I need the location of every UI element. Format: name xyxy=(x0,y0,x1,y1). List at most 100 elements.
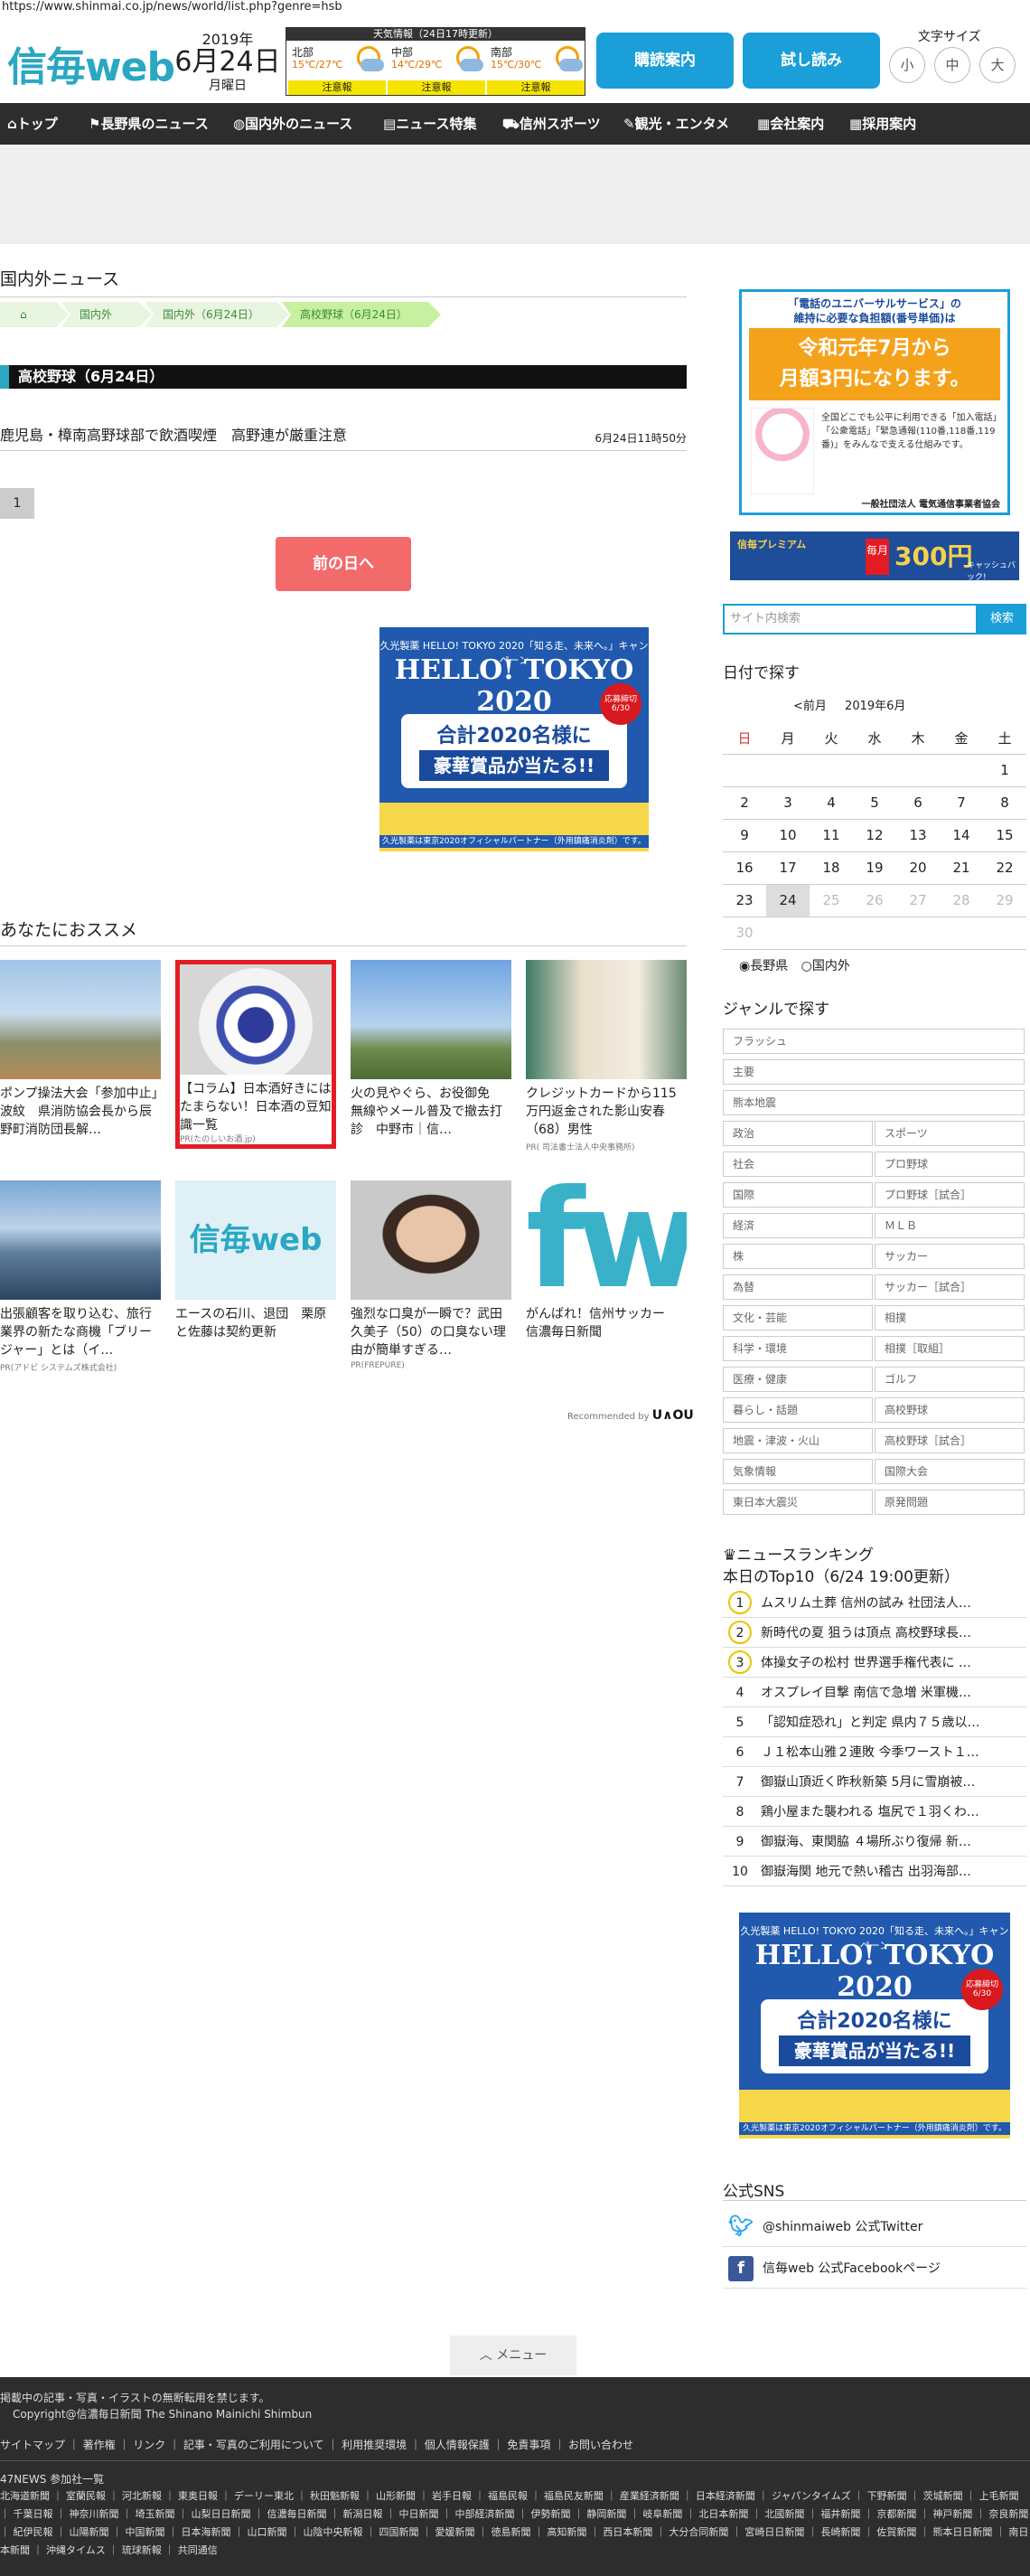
calendar-day[interactable]: 14 xyxy=(940,819,983,852)
genre-link[interactable]: 相撲［取組］ xyxy=(875,1336,1025,1361)
ranking-item[interactable]: 2 新時代の夏 狙うは頂点 高校野球長… xyxy=(723,1619,1026,1648)
breadcrumb-item[interactable]: 国内外 xyxy=(61,302,152,327)
recommend-card[interactable]: ポンプ操法大会「参加中止」波紋 県消防協会長から辰野町消防団長解… xyxy=(0,960,161,1141)
calendar-day[interactable]: 3 xyxy=(766,786,810,820)
calendar-day[interactable]: 17 xyxy=(766,851,810,885)
font-size-medium-button[interactable]: 中 xyxy=(934,47,970,83)
genre-link[interactable]: 原発問題 xyxy=(875,1490,1025,1515)
genre-link[interactable]: 政治 xyxy=(723,1121,873,1146)
nav-company[interactable]: ▦会社案内 xyxy=(757,103,824,145)
radio-nagano[interactable]: ◉長野県 xyxy=(739,959,788,973)
calendar-day[interactable]: 12 xyxy=(853,819,896,852)
nav-sports[interactable]: ⛟信州スポーツ xyxy=(502,103,601,145)
recommend-card[interactable]: クレジットカードから115万円返金された影山安春（68）男性 PR( 司法書士法… xyxy=(526,960,687,1152)
calendar-day-today[interactable]: 24 xyxy=(766,884,810,917)
genre-link[interactable]: フラッシュ xyxy=(723,1029,1025,1054)
nav-recruit[interactable]: ▦採用案内 xyxy=(849,103,916,145)
genre-link[interactable]: プロ野球 xyxy=(875,1152,1025,1177)
genre-link[interactable]: 東日本大震災 xyxy=(723,1490,873,1515)
prev-day-button[interactable]: 前の日へ xyxy=(276,537,411,591)
calendar-day[interactable]: 16 xyxy=(723,851,766,885)
genre-link[interactable]: スポーツ xyxy=(875,1121,1025,1146)
calendar-day[interactable]: 7 xyxy=(940,786,983,820)
nav-world[interactable]: ◍国内外のニュース xyxy=(233,103,352,145)
calendar-day[interactable]: 9 xyxy=(723,819,766,852)
recommend-card[interactable]: 火の見やぐら、お役御免 無線やメール普及で撤去打診 中野市｜信… xyxy=(351,960,511,1141)
site-logo[interactable]: 信毎web xyxy=(7,34,175,92)
calendar-day[interactable]: 20 xyxy=(896,851,940,885)
radio-world[interactable]: ○国内外 xyxy=(801,959,850,973)
calendar-day[interactable]: 1 xyxy=(983,754,1026,787)
genre-link[interactable]: 経済 xyxy=(723,1213,873,1238)
calendar-prev-link[interactable]: <前月 xyxy=(793,700,827,713)
genre-link[interactable]: ＭＬＢ xyxy=(875,1213,1025,1238)
calendar-day[interactable]: 21 xyxy=(940,851,983,885)
weather-panel[interactable]: 天気情報（24日17時更新） 北部 15℃/27℃ 注意報 中部 14℃/29℃… xyxy=(286,27,585,96)
genre-link[interactable]: 医療・健康 xyxy=(723,1367,873,1392)
ranking-item[interactable]: 1 ムスリム土葬 信州の試み 社団法人… xyxy=(723,1589,1026,1618)
search-button[interactable]: 検索 xyxy=(978,604,1026,635)
ranking-item[interactable]: 5 「認知症恐れ」と判定 県内７５歳以… xyxy=(723,1708,1026,1737)
calendar-day[interactable]: 10 xyxy=(766,819,810,852)
calendar-day[interactable]: 6 xyxy=(896,786,940,820)
calendar-day[interactable]: 4 xyxy=(810,786,853,820)
calendar-day[interactable]: 15 xyxy=(983,819,1026,852)
calendar-day[interactable]: 19 xyxy=(853,851,896,885)
trial-button[interactable]: 試し読み xyxy=(743,33,880,89)
ranking-item[interactable]: 9 御嶽海、東関脇 ４場所ぶり復帰 新… xyxy=(723,1828,1026,1857)
tokyo2020-side-ad[interactable]: 久光製薬 HELLO! TOKYO 2020「知る走、未来へ。」キャンペーン H… xyxy=(739,1913,1010,2139)
genre-link[interactable]: 熊本地震 xyxy=(723,1090,1025,1115)
genre-link[interactable]: 地震・津波・火山 xyxy=(723,1428,873,1453)
recommend-card[interactable]: 出張顧客を取り込む、旅行業界の新たな商機「ブリージャー」とは（イ… PR(アドビ… xyxy=(0,1180,161,1373)
genre-link[interactable]: ゴルフ xyxy=(875,1367,1025,1392)
genre-link[interactable]: 文化・芸能 xyxy=(723,1305,873,1330)
breadcrumb-home[interactable]: ⌂ xyxy=(0,302,69,327)
font-size-small-button[interactable]: 小 xyxy=(889,47,925,83)
ranking-item[interactable]: 8 鶏小屋また襲われる 塩尻で１羽くわ… xyxy=(723,1798,1026,1827)
nav-nagano[interactable]: ⚑長野県のニュース xyxy=(89,103,209,145)
nav-features[interactable]: ▤ニュース特集 xyxy=(383,103,476,145)
calendar-day[interactable]: 5 xyxy=(853,786,896,820)
font-size-large-button[interactable]: 大 xyxy=(979,47,1016,83)
genre-link[interactable]: プロ野球［試合］ xyxy=(875,1182,1025,1208)
genre-link[interactable]: 為替 xyxy=(723,1274,873,1300)
site-search-input[interactable]: サイト内検索 xyxy=(723,604,978,635)
genre-link[interactable]: 国際大会 xyxy=(875,1459,1025,1484)
recommend-card[interactable]: 信毎web エースの石川、退団 栗原と佐藤は契約更新 xyxy=(175,1180,336,1361)
ranking-item[interactable]: 3 体操女子の松村 世界選手権代表に … xyxy=(723,1649,1026,1678)
genre-link[interactable]: 高校野球［試合］ xyxy=(875,1428,1025,1453)
genre-link[interactable]: 暮らし・話題 xyxy=(723,1397,873,1423)
genre-link[interactable]: 気象情報 xyxy=(723,1459,873,1484)
calendar-day[interactable]: 23 xyxy=(723,884,766,917)
recommend-card[interactable]: 強烈な口臭が一瞬で？武田久美子（50）の口臭ない理由が簡単すぎる… PR(FRE… xyxy=(351,1180,511,1370)
menu-toggle[interactable]: ︿ メニュー xyxy=(450,2336,576,2375)
breadcrumb-item[interactable]: 国内外（6月24日） xyxy=(145,302,289,327)
genre-link[interactable]: サッカー xyxy=(875,1244,1025,1269)
recommend-card[interactable]: fw がんばれ！信州サッカー 信濃毎日新聞 xyxy=(526,1180,687,1361)
footer-links[interactable]: サイトマップ ｜ 著作権 ｜ リンク ｜ 記事・写真のご利用について ｜ 利用推… xyxy=(0,2437,1030,2452)
ranking-item[interactable]: 6 Ｊ１松本山雅２連敗 今季ワースト１… xyxy=(723,1738,1026,1767)
recommend-card[interactable]: 【コラム】日本酒好きにはたまらない！日本酒の豆知識一覧 PR(たのしいお酒.jp… xyxy=(175,960,336,1149)
calendar-day[interactable]: 11 xyxy=(810,819,853,852)
tokyo2020-ad[interactable]: 久光製薬 HELLO! TOKYO 2020「知る走、未来へ。」キャンペーン H… xyxy=(379,627,649,851)
article-link[interactable]: 鹿児島・樟南高野球部で飲酒喫煙 高野連が厳重注意 xyxy=(0,423,687,445)
calendar-day[interactable]: 18 xyxy=(810,851,853,885)
nav-tourism[interactable]: ✎観光・エンタメ xyxy=(623,103,729,145)
calendar-day[interactable]: 13 xyxy=(896,819,940,852)
page-number[interactable]: 1 xyxy=(0,488,34,519)
genre-link[interactable]: 社会 xyxy=(723,1152,873,1177)
subscribe-button[interactable]: 購読案内 xyxy=(596,33,734,89)
news47-list[interactable]: 北海道新聞 ｜ 室蘭民報 ｜ 河北新報 ｜ 東奥日報 ｜ デーリー東北 ｜ 秋田… xyxy=(0,2487,1030,2560)
ranking-item[interactable]: 10 御嶽海関 地元で熱い稽古 出羽海部… xyxy=(723,1857,1026,1886)
ranking-item[interactable]: 4 オスプレイ目撃 南信で急増 米軍機… xyxy=(723,1678,1026,1707)
calendar-day[interactable]: 8 xyxy=(983,786,1026,820)
genre-link[interactable]: 国際 xyxy=(723,1182,873,1208)
recommended-by[interactable]: Recommended by U∧OU xyxy=(567,1408,694,1423)
genre-link[interactable]: 相撲 xyxy=(875,1305,1025,1330)
ranking-item[interactable]: 7 御嶽山頂近く昨秋新築 5月に雪崩被… xyxy=(723,1768,1026,1797)
genre-link[interactable]: サッカー［試合］ xyxy=(875,1274,1025,1300)
calendar-day[interactable]: 2 xyxy=(723,786,766,820)
calendar-day[interactable]: 22 xyxy=(983,851,1026,885)
genre-link[interactable]: 株 xyxy=(723,1244,873,1269)
premium-ad[interactable]: 信毎プレミアム 毎月 300円 キャッシュバック! xyxy=(730,531,1019,582)
